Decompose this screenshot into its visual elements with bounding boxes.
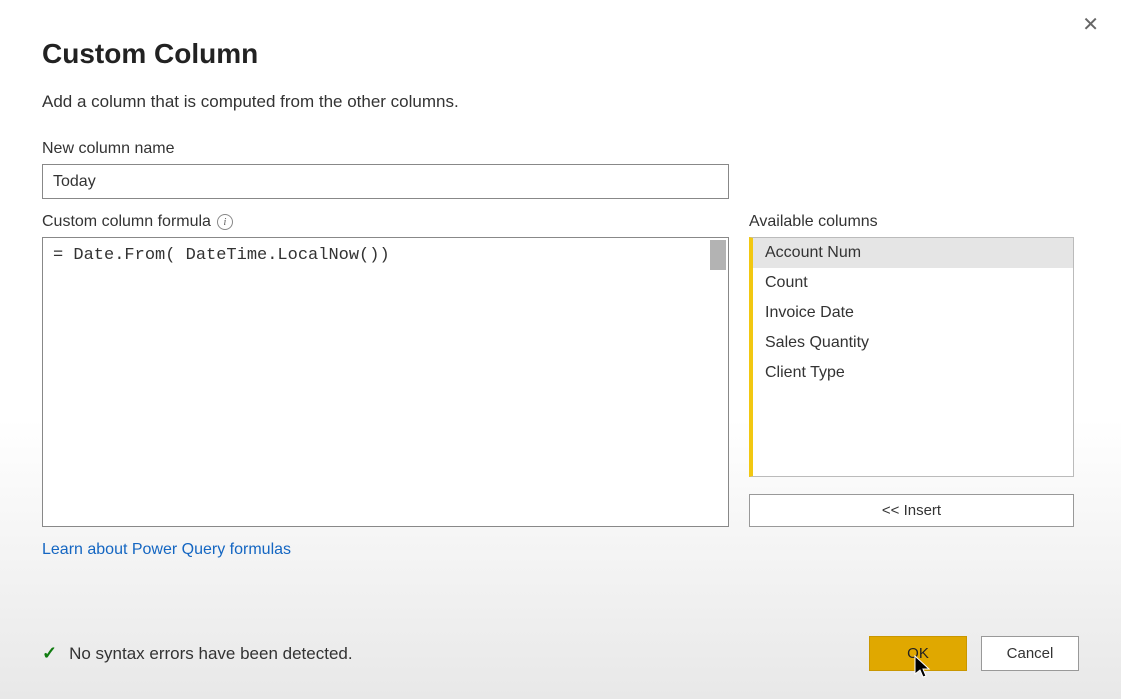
formula-editor[interactable]: = Date.From( DateTime.LocalNow())	[42, 237, 729, 527]
status-message: ✓ No syntax errors have been detected.	[42, 643, 353, 664]
check-icon: ✓	[42, 643, 57, 664]
new-column-name-input[interactable]	[42, 164, 729, 199]
available-label-text: Available columns	[749, 213, 878, 231]
dialog-subtitle: Add a column that is computed from the o…	[42, 92, 1079, 112]
name-label-text: New column name	[42, 140, 175, 158]
cancel-button[interactable]: Cancel	[981, 636, 1079, 671]
ok-button[interactable]: OK	[869, 636, 967, 671]
custom-column-dialog: ✕ Custom Column Add a column that is com…	[0, 0, 1121, 699]
info-icon[interactable]: i	[217, 214, 233, 230]
column-item[interactable]: Count	[753, 268, 1073, 298]
insert-button[interactable]: << Insert	[749, 494, 1074, 527]
button-row: OK Cancel	[869, 636, 1079, 671]
formula-label-text: Custom column formula	[42, 213, 211, 231]
dialog-title: Custom Column	[42, 38, 1079, 70]
dialog-footer: ✓ No syntax errors have been detected. O…	[42, 636, 1079, 671]
scrollbar-thumb[interactable]	[710, 240, 726, 270]
close-icon[interactable]: ✕	[1082, 15, 1099, 35]
column-item[interactable]: Sales Quantity	[753, 328, 1073, 358]
column-item[interactable]: Client Type	[753, 358, 1073, 388]
learn-link[interactable]: Learn about Power Query formulas	[42, 541, 291, 559]
status-text: No syntax errors have been detected.	[69, 644, 353, 664]
formula-label: Custom column formula i	[42, 213, 729, 231]
column-item[interactable]: Account Num	[753, 238, 1073, 268]
formula-text: = Date.From( DateTime.LocalNow())	[53, 246, 718, 265]
column-item[interactable]: Invoice Date	[753, 298, 1073, 328]
available-columns-label: Available columns	[749, 213, 1074, 231]
new-column-name-label: New column name	[42, 140, 1079, 158]
available-columns-list[interactable]: Account Num Count Invoice Date Sales Qua…	[749, 237, 1074, 477]
